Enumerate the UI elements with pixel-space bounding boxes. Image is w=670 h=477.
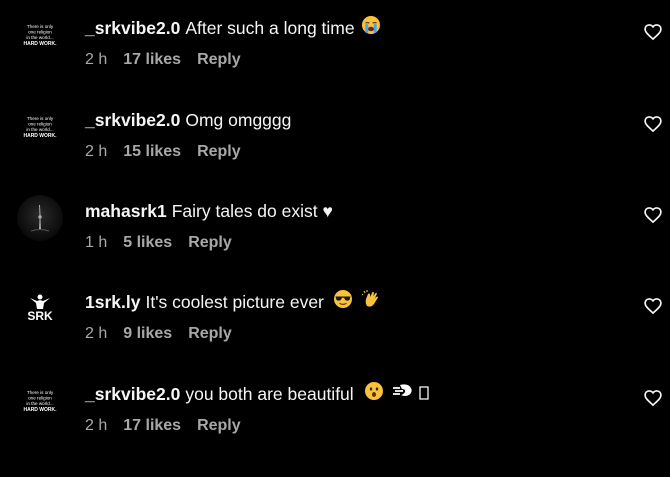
comment-meta: 1 h 5 likes Reply xyxy=(85,232,232,254)
unknown-glyph-box-icon xyxy=(419,382,429,406)
comment-line: mahasrk1 Fairy tales do exist ♥ xyxy=(85,199,333,223)
comment-line: _srkvibe2.0 you both are beautiful xyxy=(85,382,429,406)
avatar[interactable]: There is only one religion in the world.… xyxy=(17,382,63,428)
heart-outline-icon[interactable] xyxy=(643,22,663,42)
comment-likes[interactable]: 17 likes xyxy=(123,415,181,437)
avatar-text-line: There is only xyxy=(27,116,54,121)
clapping-hands-icon xyxy=(361,289,382,315)
avatar-text-line: one religion xyxy=(28,30,52,35)
srkvibe-avatar-icon: There is only one religion in the world.… xyxy=(17,382,63,428)
reply-button[interactable]: Reply xyxy=(188,323,232,345)
comment-username[interactable]: mahasrk1 xyxy=(85,199,167,223)
comment-time: 2 h xyxy=(85,51,108,68)
avatar-text-line: There is only xyxy=(27,390,54,395)
srkvibe-avatar-icon: There is only one religion in the world.… xyxy=(17,16,63,62)
comment-item: There is only one religion in the world.… xyxy=(0,16,670,96)
comment-likes[interactable]: 17 likes xyxy=(123,49,181,71)
srk-logo-avatar-icon: SRK xyxy=(17,286,63,332)
comment-time: 2 h xyxy=(85,143,108,160)
comment-likes[interactable]: 5 likes xyxy=(123,232,172,254)
comment-text: After such a long time xyxy=(185,18,355,38)
avatar[interactable]: SRK xyxy=(17,286,63,332)
comment-text: you both are beautiful xyxy=(185,384,354,404)
comment-time: 1 h xyxy=(85,234,108,251)
comment-text: Fairy tales do exist ♥ xyxy=(171,201,333,221)
comment-text: Omg omgggg xyxy=(185,110,292,130)
comment-time: 2 h xyxy=(85,325,108,342)
avatar-text-line: HARD WORK. xyxy=(23,133,57,139)
avatar-text-line: in the world... xyxy=(26,35,53,40)
comment-username[interactable]: _srkvibe2.0 xyxy=(85,108,180,132)
reply-button[interactable]: Reply xyxy=(188,232,232,254)
comment-meta: 2 h 15 likes Reply xyxy=(85,141,241,163)
avatar-logo-text: SRK xyxy=(27,309,53,323)
dashing-away-icon xyxy=(392,382,414,406)
sunglasses-face-icon xyxy=(333,289,353,315)
avatar[interactable] xyxy=(17,195,63,241)
comment-meta: 2 h 9 likes Reply xyxy=(85,323,232,345)
avatar[interactable]: There is only one religion in the world.… xyxy=(17,16,63,62)
comment-meta: 2 h 17 likes Reply xyxy=(85,49,241,71)
comment-item: mahasrk1 Fairy tales do exist ♥ 1 h 5 lik… xyxy=(0,195,670,279)
avatar[interactable]: There is only one religion in the world.… xyxy=(17,108,63,154)
comment-username[interactable]: 1srk.ly xyxy=(85,290,140,314)
avatar-text-line: There is only xyxy=(27,24,54,29)
heart-outline-icon[interactable] xyxy=(643,388,663,408)
reply-button[interactable]: Reply xyxy=(197,49,241,71)
avatar-text-line: in the world... xyxy=(26,127,53,132)
comment-line: _srkvibe2.0 Omg omgggg xyxy=(85,108,291,132)
comment-time: 2 h xyxy=(85,417,108,434)
comment-item: SRK 1srk.ly It's coolest picture ever 2 … xyxy=(0,286,670,370)
comment-line: 1srk.ly It's coolest picture ever xyxy=(85,290,382,314)
dark-silhouette-avatar-icon xyxy=(17,195,63,241)
loudly-crying-face-icon xyxy=(361,15,381,41)
comment-meta: 2 h 17 likes Reply xyxy=(85,415,241,437)
comment-item: There is only one religion in the world.… xyxy=(0,108,670,188)
comment-username[interactable]: _srkvibe2.0 xyxy=(85,16,180,40)
avatar-text-line: one religion xyxy=(28,122,52,127)
heart-outline-icon[interactable] xyxy=(643,205,663,225)
srkvibe-avatar-icon: There is only one religion in the world.… xyxy=(17,108,63,154)
reply-button[interactable]: Reply xyxy=(197,141,241,163)
avatar-text-line: one religion xyxy=(28,396,52,401)
avatar-text-line: in the world... xyxy=(26,401,53,406)
comment-line: _srkvibe2.0 After such a long time xyxy=(85,16,381,40)
reply-button[interactable]: Reply xyxy=(197,415,241,437)
heart-outline-icon[interactable] xyxy=(643,296,663,316)
avatar-text-line: HARD WORK. xyxy=(23,41,57,47)
comment-text: It's coolest picture ever xyxy=(145,292,324,312)
comment-username[interactable]: _srkvibe2.0 xyxy=(85,382,180,406)
comment-likes[interactable]: 9 likes xyxy=(123,323,172,345)
comment-likes[interactable]: 15 likes xyxy=(123,141,181,163)
avatar-text-line: HARD WORK. xyxy=(23,407,57,413)
astonished-face-icon xyxy=(364,381,384,407)
heart-outline-icon[interactable] xyxy=(643,114,663,134)
comment-item: There is only one religion in the world.… xyxy=(0,382,670,462)
